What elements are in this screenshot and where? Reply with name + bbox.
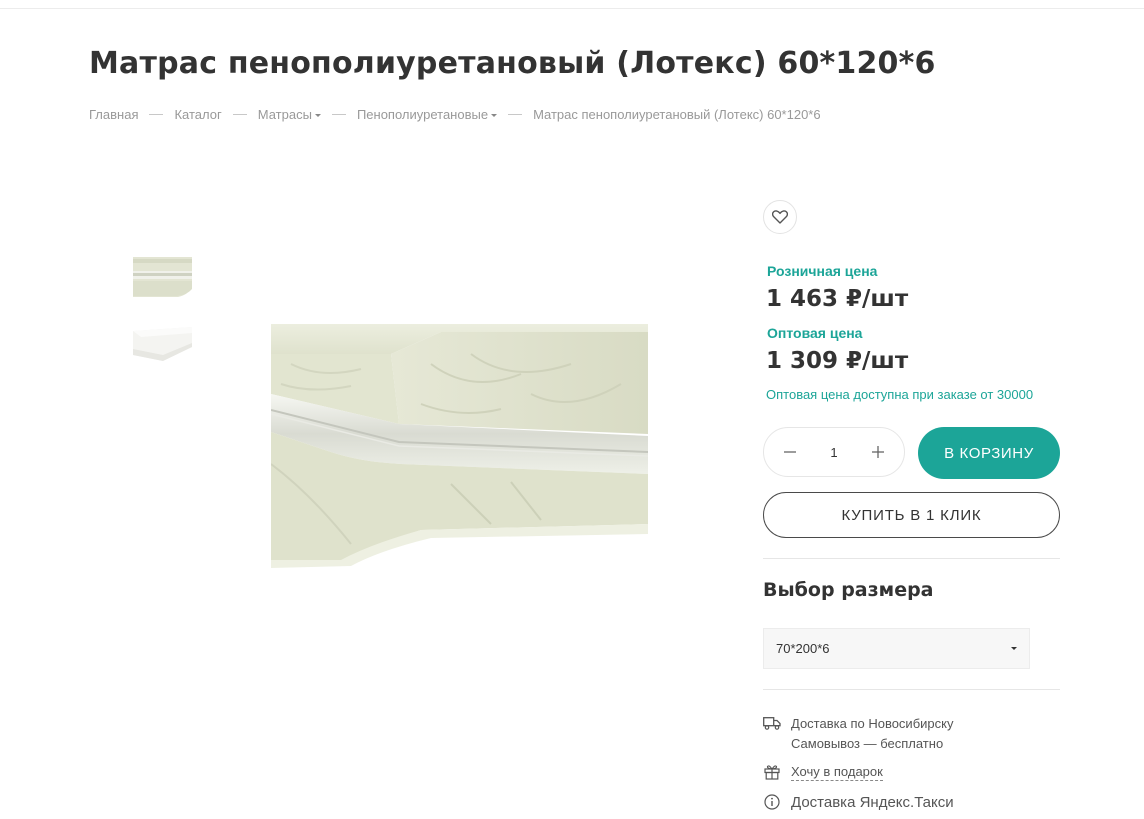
add-to-cart-button[interactable]: В КОРЗИНУ: [918, 427, 1060, 479]
delivery-info: Доставка по Новосибирску Самовывоз — бес…: [763, 714, 953, 754]
product-main-image[interactable]: [271, 324, 648, 572]
caret-down-icon: [1011, 647, 1017, 650]
gift-link[interactable]: Хочу в подарок: [791, 763, 883, 781]
favorite-button[interactable]: [763, 200, 797, 234]
breadcrumb-separator: [508, 114, 523, 115]
breadcrumb-mattresses-label: Матрасы: [257, 107, 312, 122]
header-divider: [0, 8, 1144, 9]
page-title: Матрас пенополиуретановый (Лотекс) 60*12…: [89, 46, 936, 81]
yandex-taxi-delivery-text: Доставка Яндекс.Такси: [791, 794, 954, 811]
retail-price-value: 1 463 ₽/шт: [766, 286, 909, 312]
taxi-info: Доставка Яндекс.Такси: [763, 793, 954, 813]
caret-down-icon: [491, 114, 498, 118]
breadcrumb-home[interactable]: Главная: [89, 107, 138, 122]
breadcrumb: Главная Каталог Матрасы Пенополиуретанов…: [89, 107, 821, 122]
plus-icon: [872, 446, 884, 458]
size-select-value: 70*200*6: [776, 641, 830, 656]
pickup-text: Самовывоз — бесплатно: [791, 736, 944, 751]
breadcrumb-polyurethane[interactable]: Пенополиуретановые: [356, 107, 498, 122]
quantity-input[interactable]: [812, 443, 856, 461]
heart-icon: [772, 210, 788, 224]
breadcrumb-current: Матрас пенополиуретановый (Лотекс) 60*12…: [533, 107, 821, 122]
quantity-decrease-button[interactable]: [780, 442, 800, 462]
foam-thumbnail-image: [133, 325, 192, 368]
wholesale-price-label: Оптовая цена: [767, 325, 863, 341]
info-icon: [763, 793, 781, 811]
breadcrumb-polyurethane-label: Пенополиуретановые: [356, 107, 489, 122]
wholesale-price-note: Оптовая цена доступна при заказе от 3000…: [766, 387, 1034, 402]
size-select[interactable]: 70*200*6: [763, 628, 1030, 669]
gift-icon: [763, 763, 781, 781]
breadcrumb-separator: [232, 114, 247, 115]
mattress-image: [271, 324, 648, 572]
breadcrumb-catalog[interactable]: Каталог: [174, 107, 221, 122]
section-divider: [763, 558, 1060, 559]
quantity-stepper: [763, 427, 905, 477]
quantity-increase-button[interactable]: [868, 442, 888, 462]
delivery-city-text: Доставка по Новосибирску: [791, 716, 954, 731]
buy-one-click-button[interactable]: КУПИТЬ В 1 КЛИК: [763, 492, 1060, 538]
breadcrumb-mattresses[interactable]: Матрасы: [258, 107, 321, 122]
retail-price-label: Розничная цена: [767, 263, 878, 279]
product-thumbnail-2[interactable]: [133, 325, 192, 368]
mattress-thumbnail-image: [133, 257, 192, 298]
minus-icon: [784, 451, 796, 453]
truck-icon: [763, 714, 781, 732]
breadcrumb-separator: [149, 114, 164, 115]
wholesale-price-value: 1 309 ₽/шт: [766, 348, 909, 374]
product-thumbnail-1[interactable]: [133, 257, 192, 298]
breadcrumb-separator: [331, 114, 346, 115]
caret-down-icon: [314, 114, 321, 118]
section-divider: [763, 689, 1060, 690]
size-selection-title: Выбор размера: [763, 579, 934, 601]
gift-info: Хочу в подарок: [763, 763, 883, 781]
